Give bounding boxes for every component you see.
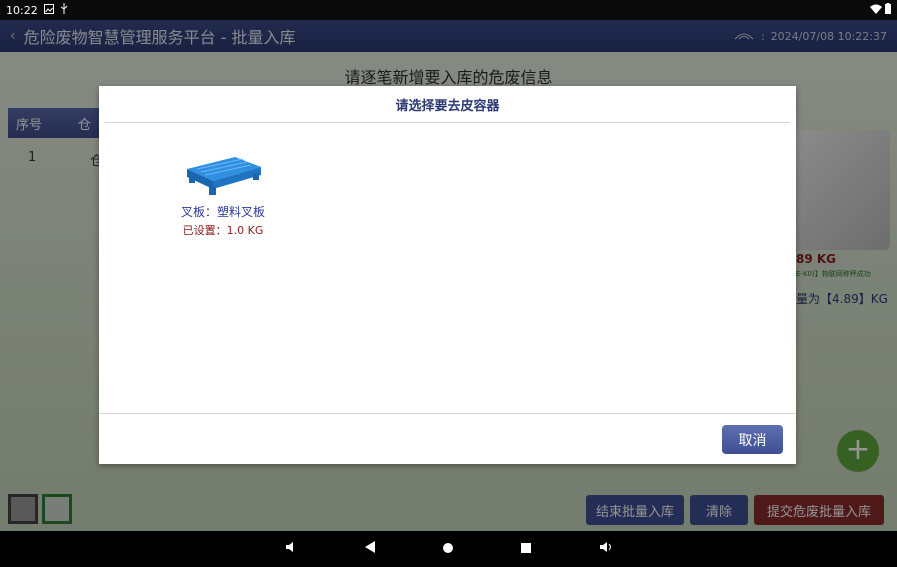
navigation-bar — [0, 531, 897, 567]
status-bar: 10:22 — [0, 0, 897, 20]
container-setting: 已设置：1.0 KG — [182, 224, 264, 237]
battery-icon — [885, 3, 891, 17]
dialog-footer: 取消 — [99, 414, 796, 464]
pallet-icon — [187, 157, 261, 195]
home-nav-icon[interactable] — [442, 541, 453, 557]
app-window: ‹ 危险废物智慧管理服务平台 - 批量入库 : 2024/07/08 10:22… — [0, 20, 897, 531]
cancel-button[interactable]: 取消 — [722, 425, 783, 454]
dialog-body: 叉板：塑料叉板 已设置：1.0 KG — [99, 123, 796, 413]
status-time: 10:22 — [6, 3, 38, 17]
back-nav-icon[interactable] — [364, 541, 375, 557]
image-icon — [43, 3, 54, 17]
volume-up-icon[interactable] — [599, 541, 613, 557]
container-select-dialog: 请选择要去皮容器 叉板：塑料叉板 已设置：1.0 KG 取消 — [99, 86, 796, 464]
recents-nav-icon[interactable] — [520, 541, 531, 557]
wifi-icon — [870, 4, 882, 17]
container-name: 叉板：塑料叉板 — [180, 205, 265, 219]
usb-icon — [60, 3, 68, 17]
volume-down-icon[interactable] — [285, 541, 297, 557]
dialog-title: 请选择要去皮容器 — [395, 98, 500, 114]
container-option[interactable]: 叉板：塑料叉板 已设置：1.0 KG — [163, 151, 283, 238]
